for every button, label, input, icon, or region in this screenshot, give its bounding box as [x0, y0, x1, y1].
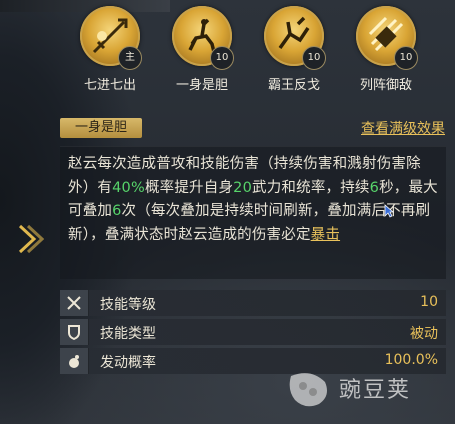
watermark-text: 豌豆荚: [339, 378, 412, 403]
stat-row-level: 技能等级 10: [60, 290, 446, 316]
skill-badge: 10: [302, 46, 326, 70]
mouse-cursor-icon: [384, 204, 394, 218]
desc-chance: 40%: [112, 179, 145, 196]
skill-label: 列阵御敌: [359, 78, 412, 93]
spear-icon: 主: [80, 6, 142, 70]
stat-label: 技能等级: [100, 297, 156, 313]
skill-stats: 技能等级 10 技能类型 被动 发动概率 100.0%: [60, 290, 446, 377]
desc-text: 次（每次叠加是持续时间刷新，叠加满后不再刷新），叠满状态时赵云造成的伤害必定: [68, 203, 431, 243]
skill-badge: 10: [394, 46, 418, 70]
crossed-swords-icon: [60, 290, 89, 316]
shield-icon: [60, 319, 89, 345]
skill-slot-3[interactable]: 10 霸王反戈: [254, 6, 334, 93]
horse-rider-icon: 10: [172, 6, 234, 70]
skill-label: 七进七出: [83, 78, 136, 93]
desc-text: 武力和统率，持续: [252, 179, 370, 196]
skill-badge: 10: [210, 46, 234, 70]
desc-duration: 6: [369, 179, 380, 196]
desc-stacks: 6: [112, 203, 122, 219]
pea-logo-icon: [289, 373, 327, 407]
skill-label: 一身是胆: [175, 78, 228, 93]
skill-name-tag: 一身是胆: [60, 118, 142, 138]
skill-slot-1[interactable]: 主 七进七出: [70, 6, 150, 93]
skill-slot-4[interactable]: 10 列阵御敌: [346, 6, 426, 93]
skill-slot-2[interactable]: 10 一身是胆: [162, 6, 242, 93]
stat-row-type: 技能类型 被动: [60, 319, 446, 345]
watermark: 豌豆荚: [285, 366, 445, 416]
warrior-icon: 10: [264, 6, 326, 70]
skill-label: 霸王反戈: [267, 78, 320, 93]
skill-bar: 主 七进七出 10 一身是胆 10 霸王反戈 10 列阵御敌: [70, 6, 450, 96]
crit-link[interactable]: 暴击: [311, 227, 340, 243]
stat-label: 技能类型: [100, 326, 156, 342]
desc-stat: 20: [233, 179, 253, 196]
chevron-right-icon[interactable]: [16, 222, 44, 256]
hand-icon: [60, 348, 89, 374]
stat-value: 被动: [410, 326, 438, 342]
skill-badge: 主: [118, 46, 142, 70]
stat-value: 10: [420, 294, 438, 310]
stat-label: 发动概率: [100, 355, 156, 371]
shield-formation-icon: 10: [356, 6, 418, 70]
desc-text: 概率提升自身: [144, 179, 234, 196]
view-max-level-link[interactable]: 查看满级效果: [361, 118, 445, 138]
